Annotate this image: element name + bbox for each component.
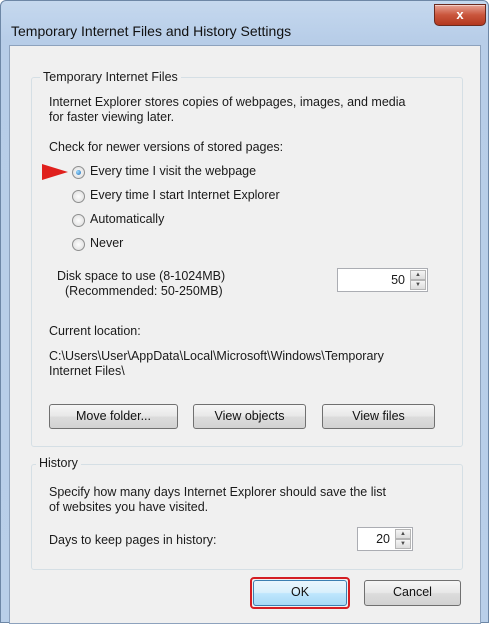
current-location-path-line1: C:\Users\User\AppData\Local\Microsoft\Wi…	[49, 349, 384, 363]
history-description-line2: of websites you have visited.	[49, 500, 209, 514]
days-to-keep-spinner[interactable]: 20 ▲ ▼	[357, 527, 413, 551]
window-title: Temporary Internet Files and History Set…	[11, 23, 292, 39]
check-newer-label: Check for newer versions of stored pages…	[49, 140, 284, 154]
radio-never[interactable]	[72, 238, 85, 251]
history-group: History Specify how many days Internet E…	[31, 456, 463, 570]
spin-down-icon[interactable]: ▼	[395, 539, 411, 549]
title-bar[interactable]: Temporary Internet Files and History Set…	[1, 1, 488, 45]
annotation-highlight-box	[250, 577, 350, 609]
history-legend: History	[36, 456, 81, 470]
temporary-files-legend: Temporary Internet Files	[40, 70, 181, 84]
view-files-button[interactable]: View files	[322, 404, 435, 429]
annotation-arrow-icon	[42, 164, 68, 180]
history-description-line1: Specify how many days Internet Explorer …	[49, 485, 386, 499]
disk-space-spinner[interactable]: 50 ▲ ▼	[337, 268, 428, 292]
dialog-window: Temporary Internet Files and History Set…	[0, 0, 489, 624]
disk-space-recommended: (Recommended: 50-250MB)	[65, 284, 223, 298]
radio-never-label[interactable]: Never	[90, 236, 123, 250]
radio-every-visit[interactable]	[72, 166, 85, 179]
spin-up-icon[interactable]: ▲	[395, 529, 411, 539]
move-folder-button[interactable]: Move folder...	[49, 404, 178, 429]
spin-up-icon[interactable]: ▲	[410, 270, 426, 280]
current-location-path-line2: Internet Files\	[49, 364, 125, 378]
view-objects-button[interactable]: View objects	[193, 404, 306, 429]
temporary-files-group: Temporary Internet Files Internet Explor…	[31, 70, 463, 447]
current-location-label: Current location:	[49, 324, 141, 338]
radio-every-visit-label[interactable]: Every time I visit the webpage	[90, 164, 256, 178]
disk-space-label: Disk space to use (8-1024MB)	[57, 269, 226, 283]
spin-down-icon[interactable]: ▼	[410, 280, 426, 290]
radio-every-start-label[interactable]: Every time I start Internet Explorer	[90, 188, 280, 202]
close-icon: x	[456, 7, 464, 22]
dialog-content: Temporary Internet Files Internet Explor…	[9, 45, 481, 624]
temp-files-description-line2: for faster viewing later.	[49, 110, 175, 124]
disk-space-value: 50	[391, 273, 405, 287]
days-to-keep-value: 20	[376, 532, 390, 546]
days-to-keep-label: Days to keep pages in history:	[49, 533, 217, 547]
close-button[interactable]: x	[434, 4, 486, 26]
cancel-button[interactable]: Cancel	[364, 580, 461, 606]
radio-automatically-label[interactable]: Automatically	[90, 212, 164, 226]
radio-every-start[interactable]	[72, 190, 85, 203]
temp-files-description-line1: Internet Explorer stores copies of webpa…	[49, 95, 406, 109]
radio-automatically[interactable]	[72, 214, 85, 227]
